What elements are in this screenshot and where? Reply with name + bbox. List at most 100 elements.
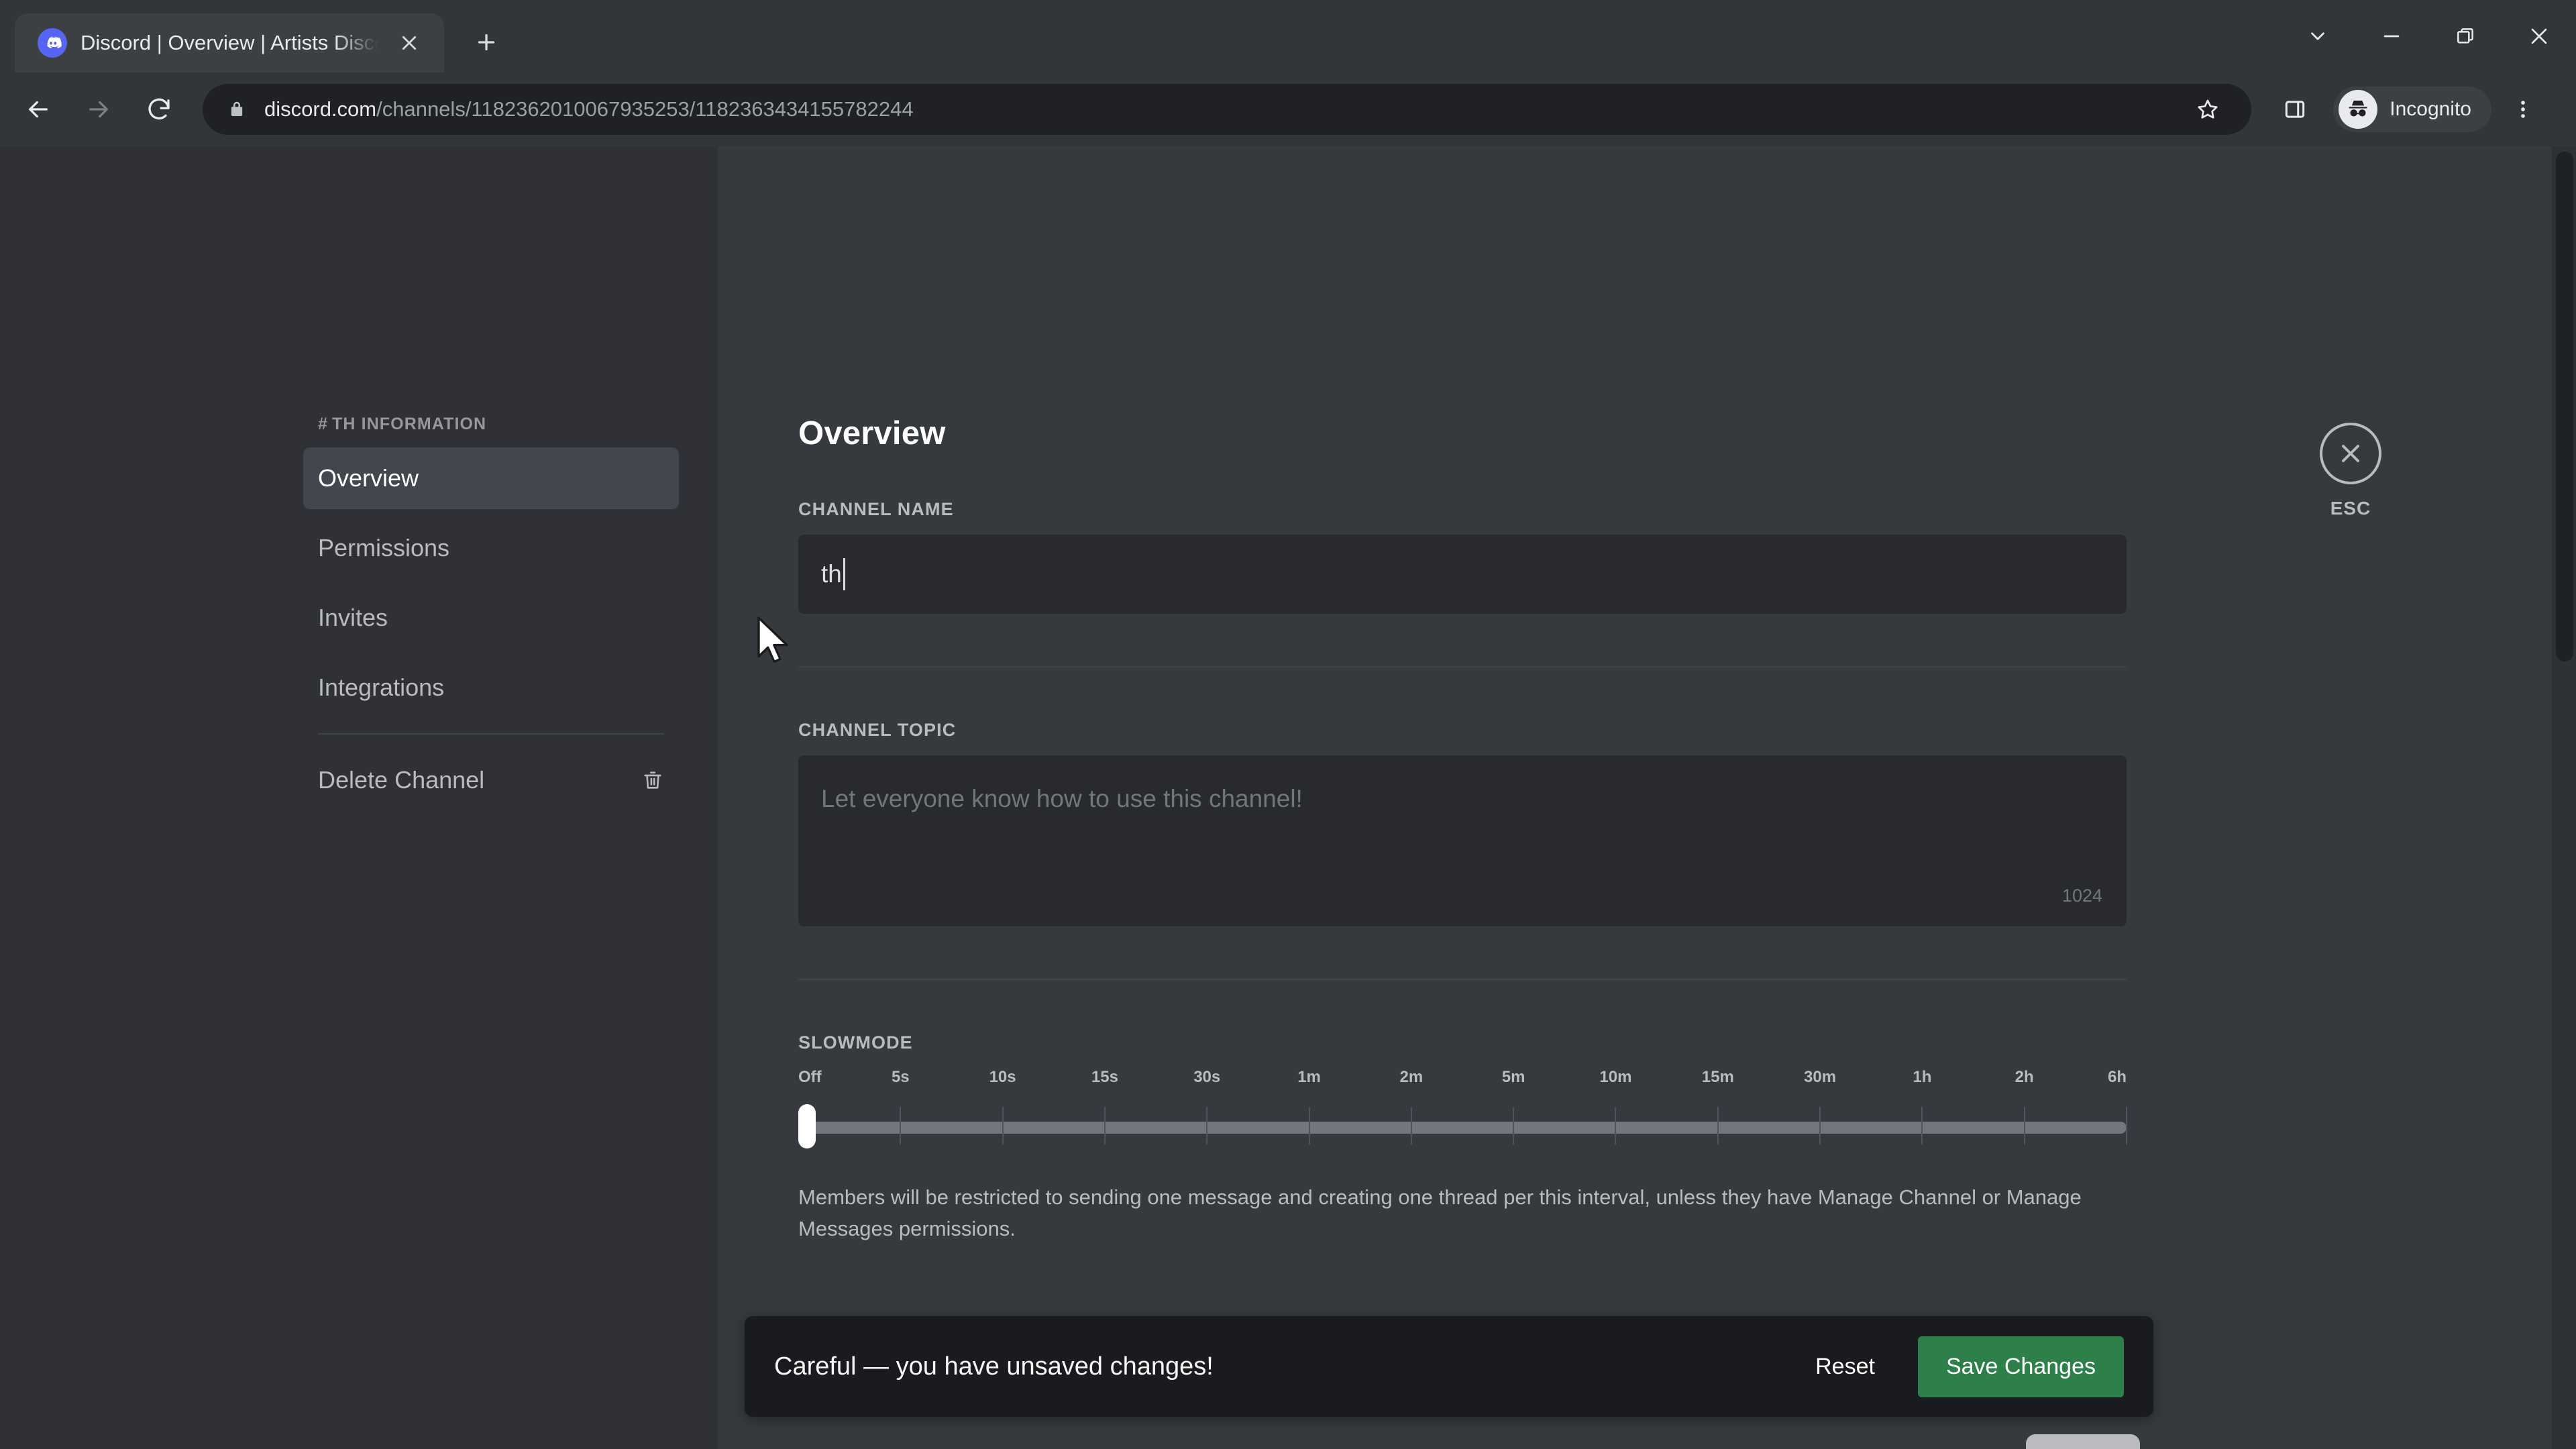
sidebar-item-integrations[interactable]: Integrations xyxy=(303,657,679,718)
channel-topic-label: CHANNEL TOPIC xyxy=(798,720,957,740)
slowmode-label: SLOWMODE xyxy=(798,1032,913,1053)
partial-bottom-element xyxy=(2026,1434,2140,1449)
browser-chrome: Discord | Overview | Artists Disco disco… xyxy=(0,0,2576,146)
slowmode-tick-mark xyxy=(1513,1107,1515,1144)
tab-title: Discord | Overview | Artists Disco xyxy=(80,31,378,54)
slowmode-tick-mark xyxy=(900,1107,902,1144)
slowmode-tick-label: 5m xyxy=(1501,1068,1525,1086)
slowmode-tick-label: 30m xyxy=(1804,1068,1837,1086)
tab-strip: Discord | Overview | Artists Disco xyxy=(0,0,2576,72)
reload-icon[interactable] xyxy=(130,80,188,138)
scrollbar-thumb[interactable] xyxy=(2556,152,2573,661)
slowmode-tick-label: 5s xyxy=(891,1068,910,1086)
character-counter: 1024 xyxy=(2061,885,2102,906)
sidebar-item-label: Permissions xyxy=(318,534,450,561)
incognito-profile-button[interactable]: Incognito xyxy=(2333,87,2491,132)
tab-search-button[interactable] xyxy=(2281,0,2355,72)
window-close-button[interactable] xyxy=(2502,0,2576,72)
sidebar-header: # TH INFORMATION xyxy=(303,415,679,447)
sidebar-header-label: TH INFORMATION xyxy=(332,415,487,433)
lock-icon xyxy=(227,99,247,119)
section-divider xyxy=(798,979,2127,980)
incognito-icon xyxy=(2339,90,2378,129)
channel-topic-placeholder: Let everyone know how to use this channe… xyxy=(821,785,1303,812)
channel-name-section: CHANNEL NAME th xyxy=(798,499,2127,614)
sidebar-divider xyxy=(318,733,664,735)
page-title: Overview xyxy=(798,415,946,451)
sidebar-item-label: Integrations xyxy=(318,674,445,701)
section-divider xyxy=(798,666,2127,667)
slowmode-tick-mark xyxy=(1410,1107,1412,1144)
unsaved-changes-bar: Careful — you have unsaved changes! Rese… xyxy=(745,1316,2153,1417)
hash-icon: # xyxy=(318,415,329,433)
channel-topic-section: CHANNEL TOPIC Let everyone know how to u… xyxy=(798,720,2127,926)
slowmode-tick-mark xyxy=(1819,1107,1821,1144)
incognito-label: Incognito xyxy=(2390,98,2471,120)
trash-icon xyxy=(641,769,664,792)
slowmode-tick-label: 10m xyxy=(1599,1068,1632,1086)
sidebar-item-delete-channel[interactable]: Delete Channel xyxy=(303,749,679,811)
slowmode-tick-mark xyxy=(1717,1107,1719,1144)
close-circle-icon[interactable] xyxy=(2320,423,2381,484)
slowmode-tick-mark xyxy=(2126,1107,2127,1144)
text-cursor xyxy=(843,558,845,590)
sidebar-item-invites[interactable]: Invites xyxy=(303,587,679,649)
window-controls xyxy=(2281,0,2576,72)
url-text: discord.com/channels/1182362010067935253… xyxy=(264,97,2161,121)
discord-icon xyxy=(38,28,67,58)
settings-sidebar: # TH INFORMATION Overview Permissions In… xyxy=(288,146,718,1449)
side-panel-icon[interactable] xyxy=(2266,80,2324,138)
slowmode-description: Members will be restricted to sending on… xyxy=(798,1185,2082,1240)
slowmode-tick-mark xyxy=(1206,1107,1208,1144)
slowmode-section: SLOWMODE Off 5s 10s 15s 30s 1m 2m 5m 10m 15m 30m 1h… xyxy=(798,1032,2127,1244)
sidebar-item-overview[interactable]: Overview xyxy=(303,447,679,509)
slowmode-tick-label: 1h xyxy=(1913,1068,1932,1086)
close-settings-control[interactable]: ESC xyxy=(2320,423,2381,519)
new-tab-button[interactable] xyxy=(463,19,510,66)
reset-button[interactable]: Reset xyxy=(1792,1343,1898,1391)
slowmode-tick-label: 10s xyxy=(989,1068,1016,1086)
slowmode-tick-label: 15s xyxy=(1091,1068,1118,1086)
slowmode-tick-label: 30s xyxy=(1193,1068,1221,1086)
slowmode-tick-label: 15m xyxy=(1701,1068,1734,1086)
sidebar-item-permissions[interactable]: Permissions xyxy=(303,517,679,579)
minimize-button[interactable] xyxy=(2355,0,2428,72)
unsaved-changes-message: Careful — you have unsaved changes! xyxy=(774,1352,1214,1381)
bookmark-star-icon[interactable] xyxy=(2179,80,2237,138)
sidebar-item-label: Overview xyxy=(318,464,419,492)
sidebar-item-label: Invites xyxy=(318,604,388,631)
url-domain: discord.com xyxy=(264,97,377,121)
channel-settings-page: # TH INFORMATION Overview Permissions In… xyxy=(0,146,2576,1449)
channel-topic-input[interactable]: Let everyone know how to use this channe… xyxy=(798,755,2127,926)
slowmode-tick-mark xyxy=(1615,1107,1617,1144)
slowmode-tick-label: 2h xyxy=(2015,1068,2034,1086)
slowmode-tick-mark xyxy=(2023,1107,2025,1144)
channel-name-input[interactable]: th xyxy=(798,535,2127,614)
settings-content: Overview CHANNEL NAME th CHANNEL TOPIC L… xyxy=(718,146,2576,1449)
slowmode-tick-mark xyxy=(1308,1107,1310,1144)
page-scrollbar[interactable] xyxy=(2552,146,2576,1449)
browser-toolbar: discord.com/channels/1182362010067935253… xyxy=(0,72,2576,146)
channel-name-value: th xyxy=(821,560,842,588)
slowmode-tick-label: 2m xyxy=(1399,1068,1424,1086)
slowmode-tick-label: 1m xyxy=(1297,1068,1321,1086)
slowmode-tick-mark xyxy=(1921,1107,1923,1144)
mouse-cursor xyxy=(757,616,788,663)
slowmode-tick-mark xyxy=(1104,1107,1106,1144)
save-changes-button[interactable]: Save Changes xyxy=(1917,1336,2124,1397)
slowmode-tick-labels: Off 5s 10s 15s 30s 1m 2m 5m 10m 15m 30m 1h 2h 6h xyxy=(798,1068,2127,1095)
slowmode-tick-label: Off xyxy=(798,1068,822,1086)
browser-tab[interactable]: Discord | Overview | Artists Disco xyxy=(15,13,444,72)
slowmode-slider[interactable] xyxy=(798,1104,2127,1150)
esc-label: ESC xyxy=(2330,498,2371,519)
restore-button[interactable] xyxy=(2428,0,2502,72)
address-bar[interactable]: discord.com/channels/1182362010067935253… xyxy=(203,84,2252,135)
forward-arrow-icon xyxy=(70,80,127,138)
back-arrow-icon[interactable] xyxy=(9,80,67,138)
slowmode-tick-mark xyxy=(1002,1107,1004,1144)
three-dot-menu-icon[interactable] xyxy=(2494,80,2552,138)
slider-thumb[interactable] xyxy=(798,1104,816,1148)
sidebar-gutter xyxy=(0,146,288,1449)
tab-close-icon[interactable] xyxy=(392,25,427,60)
slowmode-tick-label: 6h xyxy=(2107,1068,2127,1086)
